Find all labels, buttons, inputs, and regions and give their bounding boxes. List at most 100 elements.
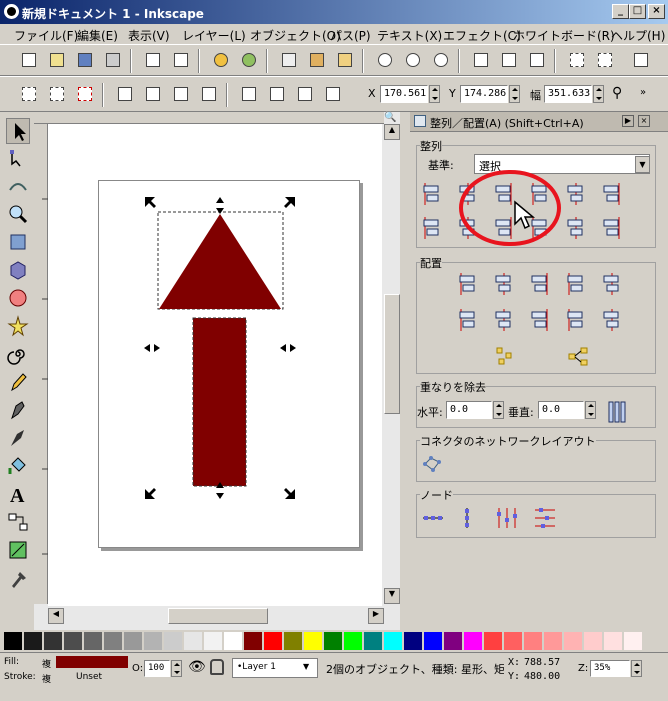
- align-left-to-right-icon[interactable]: [562, 180, 592, 208]
- scroll-right-icon[interactable]: ▶: [368, 608, 384, 624]
- node-distribute-vertical-icon[interactable]: [530, 504, 560, 532]
- palette-swatch[interactable]: [124, 632, 142, 650]
- zoom-spinner[interactable]: [631, 660, 642, 677]
- palette-swatch[interactable]: [224, 632, 242, 650]
- raise-icon[interactable]: [266, 83, 288, 105]
- horizontal-scroll-thumb[interactable]: [168, 608, 268, 624]
- menu-layer[interactable]: レイヤー(L): [182, 27, 246, 44]
- save-icon[interactable]: [74, 49, 96, 71]
- menu-edit[interactable]: 編集(E): [77, 27, 118, 44]
- flip-horizontal-icon[interactable]: [170, 83, 192, 105]
- opacity-input[interactable]: 100: [144, 660, 170, 677]
- zoom-input[interactable]: 35%: [590, 660, 630, 677]
- zoom-selection-icon[interactable]: [374, 49, 396, 71]
- gradient-tool-icon[interactable]: [6, 538, 30, 564]
- horizontal-gap-input[interactable]: 0.0: [446, 401, 492, 419]
- lower-to-bottom-icon[interactable]: [322, 83, 344, 105]
- duplicate-icon[interactable]: [470, 49, 492, 71]
- text-tool-icon[interactable]: A: [6, 482, 30, 508]
- zoom-tool-icon[interactable]: [6, 202, 30, 228]
- vertical-gap-spinner[interactable]: [585, 401, 596, 419]
- connector-tool-icon[interactable]: [6, 510, 30, 536]
- paint-bucket-tool-icon[interactable]: [6, 454, 30, 480]
- align-baseline-vertical-icon[interactable]: [598, 214, 628, 242]
- maximize-button[interactable]: □: [629, 4, 646, 19]
- export-icon[interactable]: [170, 49, 192, 71]
- palette-swatch[interactable]: [444, 632, 462, 650]
- copy-icon[interactable]: [278, 49, 300, 71]
- align-top-to-bottom-icon[interactable]: [562, 214, 592, 242]
- x-spinner[interactable]: [429, 85, 440, 103]
- cut-icon[interactable]: [306, 49, 328, 71]
- fill-swatch[interactable]: [56, 656, 128, 668]
- ungroup-icon[interactable]: [594, 49, 616, 71]
- spiral-tool-icon[interactable]: [6, 342, 30, 368]
- menu-path[interactable]: パス(P): [330, 27, 371, 44]
- distribute-center-v-icon[interactable]: [490, 306, 520, 334]
- palette-swatch[interactable]: [424, 632, 442, 650]
- flip-vertical-icon[interactable]: [198, 83, 220, 105]
- scroll-up-icon[interactable]: ▲: [384, 124, 400, 140]
- palette-swatch[interactable]: [384, 632, 402, 650]
- vertical-scrollbar[interactable]: ▲ ▼: [384, 124, 400, 604]
- panel-iconify-button[interactable]: ▶: [622, 115, 634, 127]
- unclump-icon[interactable]: [564, 342, 594, 370]
- raise-to-top-icon[interactable]: [238, 83, 260, 105]
- menu-file[interactable]: ファイル(F): [14, 27, 78, 44]
- palette-swatch[interactable]: [204, 632, 222, 650]
- select-all-icon[interactable]: [18, 83, 40, 105]
- calligraphy-tool-icon[interactable]: [6, 426, 30, 452]
- chevron-down-icon[interactable]: ▼: [635, 156, 650, 173]
- palette-swatch[interactable]: [484, 632, 502, 650]
- distribute-baseline-h-icon[interactable]: [598, 270, 628, 298]
- palette-swatch[interactable]: [604, 632, 622, 650]
- palette-swatch[interactable]: [104, 632, 122, 650]
- selector-tool-icon[interactable]: [6, 118, 30, 144]
- drawing-canvas[interactable]: [48, 124, 382, 606]
- vertical-ruler[interactable]: [34, 124, 48, 604]
- y-input[interactable]: 174.286: [460, 85, 508, 103]
- zoom-corner-icon[interactable]: 🔍: [384, 112, 400, 124]
- pen-tool-icon[interactable]: [6, 398, 30, 424]
- zoom-page-icon[interactable]: [430, 49, 452, 71]
- lock-layer-icon[interactable]: [210, 659, 224, 675]
- node-align-vertical-icon[interactable]: [452, 504, 482, 532]
- palette-swatch[interactable]: [524, 632, 542, 650]
- layer-chevron-icon[interactable]: ▼: [303, 662, 309, 671]
- vertical-gap-input[interactable]: 0.0: [538, 401, 584, 419]
- palette-swatch[interactable]: [24, 632, 42, 650]
- group-icon[interactable]: [566, 49, 588, 71]
- palette-swatch[interactable]: [344, 632, 362, 650]
- dropper-tool-icon[interactable]: [6, 566, 30, 592]
- menu-object[interactable]: オブジェクト(O): [250, 27, 341, 44]
- minimize-button[interactable]: _: [612, 4, 629, 19]
- distribute-v-gaps-icon[interactable]: [562, 306, 592, 334]
- scroll-left-icon[interactable]: ◀: [48, 608, 64, 624]
- rotate-ccw-icon[interactable]: [114, 83, 136, 105]
- eye-visibility-icon[interactable]: 👁: [188, 659, 206, 675]
- lock-icon[interactable]: ⚲: [612, 85, 632, 103]
- palette-swatch[interactable]: [84, 632, 102, 650]
- y-spinner[interactable]: [509, 85, 520, 103]
- distribute-h-gaps-icon[interactable]: [562, 270, 592, 298]
- palette-swatch[interactable]: [164, 632, 182, 650]
- node-align-horizontal-icon[interactable]: [418, 504, 448, 532]
- width-spinner[interactable]: [593, 85, 604, 103]
- panel-close-button[interactable]: ×: [638, 115, 650, 127]
- node-tool-icon[interactable]: [6, 146, 30, 172]
- palette-swatch[interactable]: [584, 632, 602, 650]
- menu-help[interactable]: ヘルプ(H): [611, 27, 665, 44]
- palette-swatch[interactable]: [504, 632, 522, 650]
- palette-swatch[interactable]: [324, 632, 342, 650]
- palette-swatch[interactable]: [404, 632, 422, 650]
- vertical-scroll-thumb[interactable]: [384, 294, 400, 414]
- distribute-right-icon[interactable]: [526, 270, 556, 298]
- distribute-baseline-v-icon[interactable]: [598, 306, 628, 334]
- redo-icon[interactable]: [238, 49, 260, 71]
- align-baseline-text-icon[interactable]: [598, 180, 628, 208]
- node-distribute-horizontal-icon[interactable]: [492, 504, 522, 532]
- star-tool-icon[interactable]: [6, 314, 30, 340]
- palette-swatch[interactable]: [144, 632, 162, 650]
- palette-swatch[interactable]: [284, 632, 302, 650]
- menu-view[interactable]: 表示(V): [128, 27, 170, 44]
